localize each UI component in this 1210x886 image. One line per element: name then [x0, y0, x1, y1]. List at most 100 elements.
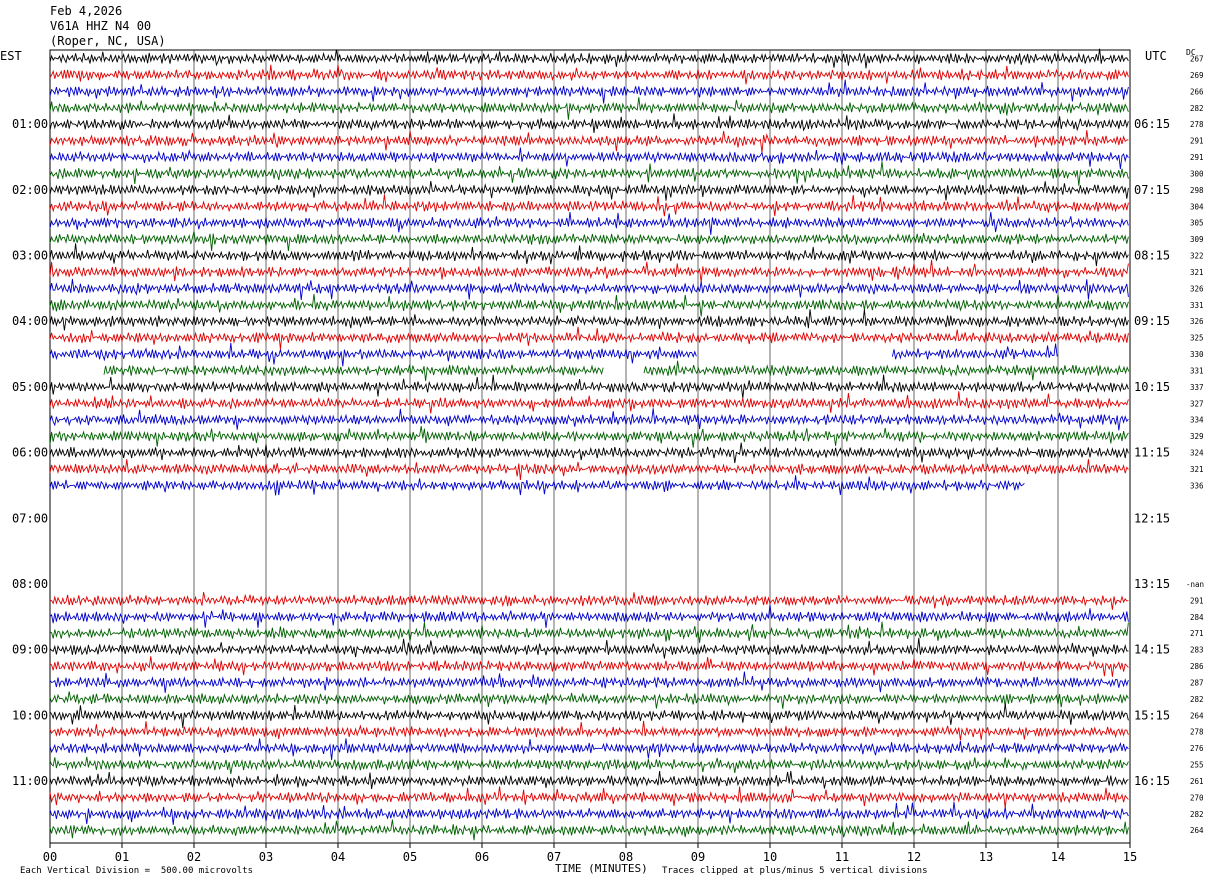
dc-offset-label: 264: [1190, 826, 1204, 835]
dc-offset-label: 287: [1190, 678, 1204, 687]
x-tick-label: 00: [43, 850, 57, 864]
dc-offset-label: 330: [1190, 350, 1204, 359]
plot-frame: [49, 49, 1131, 844]
dc-offset-label: 304: [1190, 202, 1204, 211]
x-tick-label: 05: [403, 850, 417, 864]
right-hour-label: 10:15: [1134, 380, 1170, 394]
dc-offset-label: 321: [1190, 268, 1204, 277]
dc-offset-label: 331: [1190, 301, 1204, 310]
dc-offset-label: 324: [1190, 449, 1204, 458]
seismic-trace: [49, 64, 1129, 85]
seismic-trace: [49, 720, 1129, 741]
dc-offset-label: 255: [1190, 761, 1204, 770]
seismic-trace: [49, 819, 1129, 841]
x-tick-label: 06: [475, 850, 489, 864]
dc-offset-label: 322: [1190, 252, 1204, 261]
seismic-trace: [49, 671, 1129, 693]
dc-offset-label: 283: [1190, 646, 1204, 655]
dc-offset-label: 276: [1190, 744, 1204, 753]
dc-offset-label: 329: [1190, 432, 1204, 441]
x-tick-label: 04: [331, 850, 345, 864]
dc-offset-label: 278: [1190, 120, 1204, 129]
dc-offset-label: 334: [1190, 416, 1204, 425]
dc-offset-label: 300: [1190, 169, 1204, 178]
seismic-trace: [49, 592, 1129, 610]
seismic-trace: [49, 161, 1129, 186]
dc-offset-label: 267: [1190, 55, 1204, 64]
seismic-trace: [49, 738, 1129, 761]
x-tick-label: 03: [259, 850, 273, 864]
dc-offset-label: 282: [1190, 695, 1204, 704]
seismic-trace: [49, 326, 1129, 350]
seismic-trace: [49, 604, 1129, 628]
left-hour-label: 08:00: [12, 577, 48, 591]
seismic-trace: [49, 756, 1129, 774]
x-tick-label: 14: [1051, 850, 1065, 864]
seismic-trace: [49, 97, 1129, 120]
right-hour-label: 14:15: [1134, 643, 1170, 657]
seismic-trace: [49, 342, 697, 367]
right-hour-label: 13:15: [1134, 577, 1170, 591]
dc-offset-label: 291: [1190, 596, 1204, 605]
x-tick-label: 10: [763, 850, 777, 864]
left-hour-label: 06:00: [12, 446, 48, 460]
x-tick-label: 13: [979, 850, 993, 864]
dc-offset-label: 266: [1190, 87, 1204, 96]
right-hour-label: 16:15: [1134, 774, 1170, 788]
seismic-trace: [49, 231, 1129, 251]
x-tick-label: 01: [115, 850, 129, 864]
x-tick-label: 15: [1123, 850, 1137, 864]
left-hour-label: 04:00: [12, 314, 48, 328]
right-hour-label: 08:15: [1134, 249, 1170, 263]
dc-offset-label: 271: [1190, 629, 1204, 638]
x-tick-label: 11: [835, 850, 849, 864]
dc-offset-label: 337: [1190, 383, 1204, 392]
dc-offset-label: 326: [1190, 284, 1204, 293]
dc-offset-label: 298: [1190, 186, 1204, 195]
dc-offset-label: 269: [1190, 71, 1204, 80]
dc-offset-label: -nan: [1186, 580, 1204, 589]
seismic-trace: [49, 459, 1129, 481]
seismic-trace: [49, 147, 1129, 170]
seismic-trace: [49, 293, 1129, 317]
dc-offset-label: 282: [1190, 104, 1204, 113]
dc-offset-label: 261: [1190, 777, 1204, 786]
dc-offset-label: 327: [1190, 399, 1204, 408]
seismic-trace: [49, 621, 1129, 643]
seismic-trace: [49, 259, 1129, 283]
seismic-trace: [49, 637, 1129, 659]
scale-note: Each Vertical Division = 500.00 microvol…: [20, 866, 253, 876]
seismic-trace: [49, 426, 1129, 448]
dc-offset-label: 291: [1190, 153, 1204, 162]
seismic-trace: [49, 786, 1129, 809]
seismic-trace: [49, 278, 1129, 300]
dc-offset-label: 282: [1190, 810, 1204, 819]
dc-offset-label: 270: [1190, 793, 1204, 802]
seismic-trace: [49, 442, 1129, 464]
right-hour-label: 15:15: [1134, 708, 1170, 722]
x-axis-label: TIME (MINUTES): [555, 862, 648, 875]
left-hour-label: 03:00: [12, 249, 48, 263]
seismic-trace: [49, 309, 1129, 331]
right-hour-label: 07:15: [1134, 183, 1170, 197]
seismic-trace: [49, 374, 1129, 399]
right-hour-label: 06:15: [1134, 117, 1170, 131]
x-tick-label: 12: [907, 850, 921, 864]
dc-offset-label: 278: [1190, 728, 1204, 737]
left-hour-label: 07:00: [12, 511, 48, 525]
dc-offset-label: 331: [1190, 366, 1204, 375]
right-hour-label: 09:15: [1134, 314, 1170, 328]
seismic-trace: [49, 656, 1129, 677]
right-hour-label: 11:15: [1134, 446, 1170, 460]
left-hour-label: 05:00: [12, 380, 48, 394]
clip-note: Traces clipped at plus/minus 5 vertical …: [662, 866, 928, 876]
seismic-trace: [49, 770, 1129, 789]
seismic-trace: [49, 703, 1129, 728]
seismic-trace: [891, 343, 1058, 360]
seismic-trace: [49, 194, 1129, 217]
dc-offset-label: 286: [1190, 662, 1204, 671]
left-hour-label: 11:00: [12, 774, 48, 788]
seismic-trace: [49, 130, 1129, 153]
seismic-trace: [49, 181, 1129, 201]
seismic-trace: [103, 364, 604, 381]
